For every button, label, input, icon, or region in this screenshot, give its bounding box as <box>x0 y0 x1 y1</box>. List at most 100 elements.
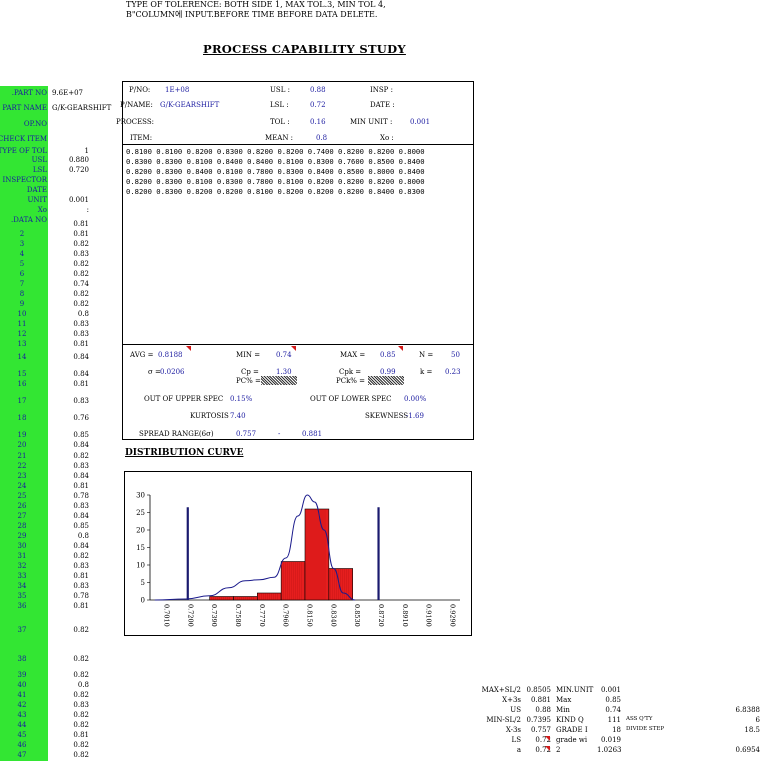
data-value-cell[interactable]: 0.8 <box>52 532 89 540</box>
data-value-cell[interactable]: 0.85 <box>52 431 89 439</box>
bottom-table-cell: US <box>510 706 521 714</box>
data-value-cell[interactable]: 0.85 <box>52 522 89 530</box>
data-value-cell[interactable]: 0.81 <box>52 340 89 348</box>
usl-value[interactable]: 0.88 <box>310 86 326 94</box>
data-value-cell[interactable]: 0.83 <box>52 502 89 510</box>
data-value-cell[interactable]: 0.81 <box>52 380 89 388</box>
data-number: 24 <box>17 482 27 490</box>
data-value-cell[interactable]: 0.83 <box>52 562 89 570</box>
process-label: PROCESS: <box>116 118 155 126</box>
x-tick-label: 0.8910 <box>401 604 409 627</box>
data-grid-row[interactable]: 0.8100 0.8100 0.8200 0.8300 0.8200 0.820… <box>126 147 425 156</box>
data-value-cell[interactable]: 0.83 <box>52 397 89 405</box>
data-value-cell[interactable]: 0.84 <box>52 542 89 550</box>
data-value-cell[interactable]: 0.82 <box>52 300 89 308</box>
data-grid-row[interactable]: 0.8200 0.8300 0.8200 0.8200 0.8100 0.820… <box>126 187 425 196</box>
data-value-cell[interactable]: 0.83 <box>52 582 89 590</box>
data-value-cell[interactable]: 0.82 <box>52 552 89 560</box>
data-value-cell[interactable]: 0.84 <box>52 370 89 378</box>
data-value-cell[interactable]: 0.83 <box>52 250 89 258</box>
pno-label: P/NO: <box>129 86 151 94</box>
data-grid-row[interactable]: 0.8200 0.8300 0.8100 0.8300 0.7800 0.810… <box>126 177 425 186</box>
data-value-cell[interactable]: 0.82 <box>52 741 89 749</box>
left-label: USL <box>31 156 47 164</box>
cp-value: 1.30 <box>276 368 292 376</box>
usl-input-value[interactable]: 0.880 <box>52 156 89 164</box>
data-value-cell[interactable]: 0.81 <box>52 602 89 610</box>
pno-value[interactable]: 1E+08 <box>165 86 189 94</box>
data-number: 7 <box>19 280 25 288</box>
data-number: 34 <box>17 582 27 590</box>
data-value-cell[interactable]: 0.8 <box>52 310 89 318</box>
lsl-value[interactable]: 0.72 <box>310 101 326 109</box>
data-value-cell[interactable]: 0.82 <box>52 240 89 248</box>
data-value-cell[interactable]: 0.82 <box>52 751 89 759</box>
pname-value[interactable]: G/K-GEARSHIFT <box>160 101 219 109</box>
avg-value: 0.8188 <box>158 351 183 359</box>
data-value-cell[interactable]: 0.8 <box>52 681 89 689</box>
data-value-cell[interactable]: 0.81 <box>52 731 89 739</box>
unit-value[interactable]: 0.001 <box>52 196 89 204</box>
bottom-table-cell: 2 <box>556 746 561 754</box>
data-value-cell[interactable]: 0.81 <box>52 220 89 228</box>
data-value-cell[interactable]: 0.81 <box>52 230 89 238</box>
data-grid-row[interactable]: 0.8300 0.8300 0.8100 0.8400 0.8400 0.810… <box>126 157 425 166</box>
data-value-cell[interactable]: 0.82 <box>52 452 89 460</box>
tol-value[interactable]: 0.16 <box>310 118 326 126</box>
spread-dash: - <box>278 430 281 438</box>
data-value-cell[interactable]: 0.76 <box>52 414 89 422</box>
data-value-cell[interactable]: 0.82 <box>52 260 89 268</box>
data-value-cell[interactable]: 0.82 <box>52 655 89 663</box>
min-value: 0.74 <box>276 351 292 359</box>
left-label: Xo <box>37 206 47 214</box>
left-label: TYPE OF TOL. <box>0 147 47 155</box>
data-value-cell[interactable]: 0.83 <box>52 462 89 470</box>
data-value-cell[interactable]: 0.82 <box>52 711 89 719</box>
x-tick-label: 0.9290 <box>449 604 457 627</box>
data-number: 28 <box>17 522 27 530</box>
comment-marker <box>545 746 550 751</box>
pname-label: P/NAME: <box>120 101 153 109</box>
data-value-cell[interactable]: 0.82 <box>52 721 89 729</box>
data-value-cell[interactable]: 0.84 <box>52 472 89 480</box>
bottom-table-cell: 111 <box>607 716 621 724</box>
bottom-table-cell: X+3s <box>502 696 521 704</box>
bottom-table-cell: MIN.UNIT <box>556 686 594 694</box>
min-label: MIN = <box>236 351 261 359</box>
data-value-cell[interactable]: 0.83 <box>52 701 89 709</box>
data-value-cell[interactable]: 0.82 <box>52 671 89 679</box>
part-no-value[interactable]: 9.6E+07 <box>52 89 89 97</box>
data-value-cell[interactable]: 0.84 <box>52 512 89 520</box>
mean-value[interactable]: 0.8 <box>316 134 327 142</box>
data-value-cell[interactable]: 0.82 <box>52 691 89 699</box>
min-unit-value[interactable]: 0.001 <box>410 118 430 126</box>
part-name-value[interactable]: G/K-GEARSHIFT <box>52 104 111 112</box>
y-tick-label: 10 <box>136 562 145 570</box>
data-number: 40 <box>17 681 27 689</box>
x-tick-label: 0.7960 <box>282 604 290 627</box>
data-value-cell[interactable]: 0.82 <box>52 626 89 634</box>
data-value-cell[interactable]: 0.78 <box>52 592 89 600</box>
lsl-label: LSL : <box>270 101 289 109</box>
lsl-input-value[interactable]: 0.720 <box>52 166 89 174</box>
data-grid-row[interactable]: 0.8200 0.8300 0.8400 0.8100 0.7800 0.830… <box>126 167 425 176</box>
data-number: 23 <box>17 472 27 480</box>
data-number: 29 <box>17 532 27 540</box>
data-value-cell[interactable]: 0.83 <box>52 330 89 338</box>
data-value-cell[interactable]: 0.83 <box>52 320 89 328</box>
data-value-cell[interactable]: 0.74 <box>52 280 89 288</box>
bottom-table-cell: MAX+SL/2 <box>481 686 521 694</box>
xo-value[interactable]: : <box>52 206 89 214</box>
spread-low: 0.757 <box>236 430 257 438</box>
data-number: 13 <box>17 340 27 348</box>
data-value-cell[interactable]: 0.81 <box>52 572 89 580</box>
data-value-cell[interactable]: 0.78 <box>52 492 89 500</box>
data-value-cell[interactable]: 0.84 <box>52 353 89 361</box>
comment-marker <box>186 346 191 351</box>
y-tick-label: 25 <box>136 509 145 517</box>
data-value-cell[interactable]: 0.84 <box>52 441 89 449</box>
type-of-tol-value[interactable]: 1 <box>52 147 89 155</box>
data-value-cell[interactable]: 0.82 <box>52 290 89 298</box>
data-value-cell[interactable]: 0.81 <box>52 482 89 490</box>
data-value-cell[interactable]: 0.82 <box>52 270 89 278</box>
